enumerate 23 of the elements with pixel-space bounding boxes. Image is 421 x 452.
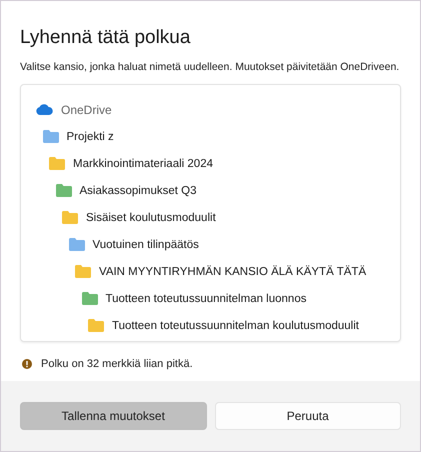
folder-icon — [49, 157, 65, 170]
dialog-description: Valitse kansio, jonka haluat nimetä uudelleen. Muutokset päivitetään OneDriveen. — [20, 61, 400, 73]
folder-name[interactable]: Sisäiset koulutusmoduulit — [86, 212, 216, 224]
dialog-title: Lyhennä tätä polkua — [20, 27, 192, 49]
folder-name[interactable]: Asiakassopimukset Q3 — [80, 184, 196, 196]
folder-icon — [68, 238, 84, 251]
warning-text: Polku on 32 merkkiä liian pitkä. — [41, 358, 193, 370]
folder-name[interactable]: Tuotteen toteutussuunnitelman luonnos — [106, 292, 306, 304]
folder-name[interactable]: Vuotuinen tilinpäätös — [92, 238, 199, 250]
cancel-button[interactable]: Peruuta — [214, 402, 401, 430]
folder-name[interactable]: Projekti z — [66, 130, 114, 142]
cloud-icon — [36, 104, 53, 115]
folder-icon — [88, 319, 104, 332]
folder-name[interactable]: Tuotteen toteutussuunnitelman koulutusmoduulit — [112, 320, 359, 332]
root-name: OneDrive — [61, 102, 112, 116]
warning-icon — [22, 359, 32, 369]
folder-icon — [56, 184, 72, 197]
folder-icon — [62, 211, 78, 224]
folder-name[interactable]: VAIN MYYNTIRYHMÄN KANSIO ÄLÄ KÄYTÄ TÄTÄ — [99, 266, 366, 278]
folder-icon — [82, 292, 98, 305]
folder-icon — [75, 265, 91, 278]
folder-icon — [42, 130, 58, 143]
folder-name[interactable]: Markkinointimateriaali 2024 — [73, 158, 213, 170]
